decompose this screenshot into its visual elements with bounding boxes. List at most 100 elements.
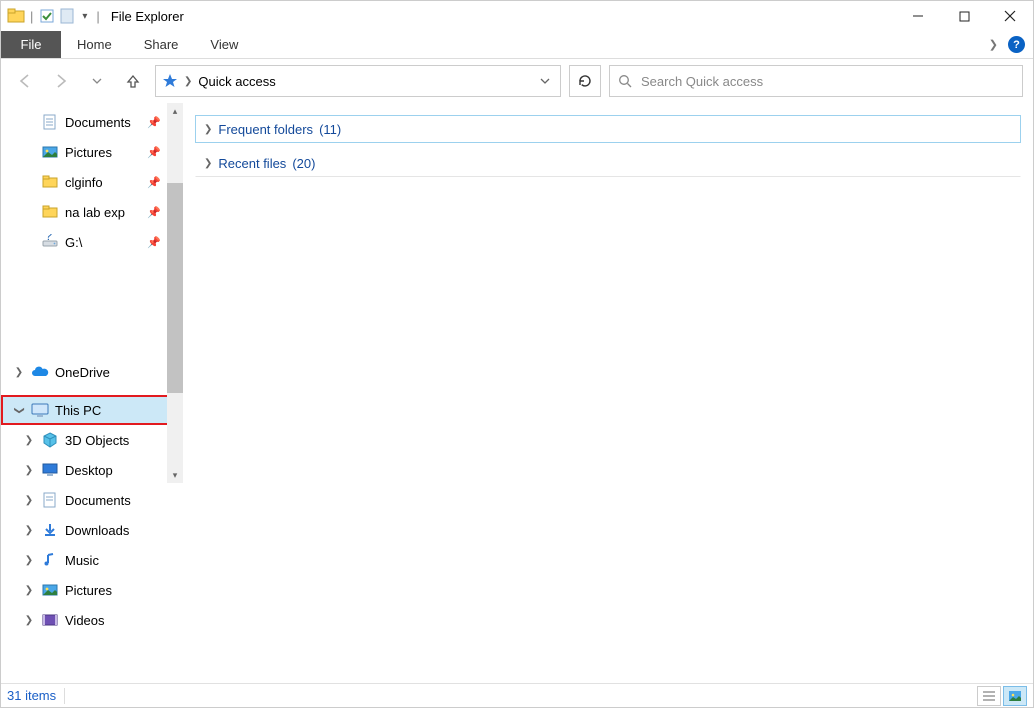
content-pane: ❯ Frequent folders (11) ❯ Recent files (… <box>183 103 1033 683</box>
pc-child-node[interactable]: ❯ Downloads <box>1 515 183 545</box>
home-tab[interactable]: Home <box>61 31 128 58</box>
tree-label: OneDrive <box>55 365 110 380</box>
recent-locations-button[interactable] <box>83 67 111 95</box>
3d-objects-icon <box>41 431 59 449</box>
tree-label: clginfo <box>65 175 103 190</box>
group-count: (20) <box>292 156 315 171</box>
maximize-button[interactable] <box>941 1 987 31</box>
pc-child-node[interactable]: ❯ Videos <box>1 605 183 635</box>
pin-icon: 📌 <box>147 116 161 129</box>
address-bar[interactable]: ❯ Quick access <box>155 65 561 97</box>
tree-label: This PC <box>55 403 101 418</box>
refresh-button[interactable] <box>569 65 601 97</box>
separator: | <box>96 9 99 24</box>
videos-icon <box>41 611 59 629</box>
details-view-button[interactable] <box>977 686 1001 706</box>
search-box[interactable] <box>609 65 1023 97</box>
expand-icon[interactable]: ❯ <box>23 525 35 536</box>
downloads-icon <box>41 521 59 539</box>
expand-icon[interactable]: ❯ <box>23 435 35 446</box>
tree-label: na lab exp <box>65 205 125 220</box>
minimize-button[interactable] <box>895 1 941 31</box>
documents-icon <box>41 113 59 131</box>
onedrive-icon <box>31 363 49 381</box>
pc-child-node[interactable]: ❯ Pictures <box>1 575 183 605</box>
scroll-thumb[interactable] <box>167 183 183 393</box>
this-pc-node[interactable]: ❯ This PC <box>1 395 183 425</box>
expand-icon[interactable]: ❯ <box>13 367 25 378</box>
scroll-down-button[interactable]: ▾ <box>167 467 183 483</box>
expand-icon[interactable]: ❯ <box>23 495 35 506</box>
address-dropdown[interactable] <box>536 76 554 86</box>
group-label: Frequent folders <box>218 122 313 137</box>
share-tab[interactable]: Share <box>128 31 195 58</box>
group-label: Recent files <box>218 156 286 171</box>
pc-child-node[interactable]: ❯ Documents <box>1 485 183 515</box>
quick-access-item[interactable]: Pictures 📌 <box>1 137 183 167</box>
desktop-icon <box>41 461 59 479</box>
pc-child-node[interactable]: ❯ Music <box>1 545 183 575</box>
pictures-icon <box>41 143 59 161</box>
status-bar: 31 items <box>1 683 1033 707</box>
pc-child-node[interactable]: ❯Desktop <box>1 455 183 485</box>
title-bar: | ▾ | File Explorer <box>1 1 1033 31</box>
chevron-right-icon[interactable]: ❯ <box>204 124 212 135</box>
quick-access-item[interactable]: na lab exp 📌 <box>1 197 183 227</box>
pin-icon: 📌 <box>147 176 161 189</box>
pin-icon: 📌 <box>147 236 161 249</box>
chevron-right-icon[interactable]: ❯ <box>204 158 212 169</box>
tree-label: Music <box>65 553 99 568</box>
window-title: File Explorer <box>111 9 184 24</box>
scroll-up-button[interactable]: ▴ <box>167 103 183 119</box>
separator: | <box>30 9 33 24</box>
folder-icon <box>41 173 59 191</box>
ribbon-expand-icon[interactable]: ❯ <box>989 38 998 51</box>
close-button[interactable] <box>987 1 1033 31</box>
qat-properties-icon[interactable] <box>38 7 56 25</box>
quick-access-item[interactable]: clginfo 📌 <box>1 167 183 197</box>
chevron-right-icon[interactable]: ❯ <box>184 76 192 87</box>
view-tab[interactable]: View <box>194 31 254 58</box>
quick-access-item[interactable]: ?G:\📌 <box>1 227 183 257</box>
expand-icon[interactable]: ❯ <box>23 465 35 476</box>
qat: | ▾ | File Explorer <box>1 7 184 25</box>
tree-label: Pictures <box>65 583 112 598</box>
expand-icon[interactable]: ❯ <box>23 585 35 596</box>
tree-label: Downloads <box>65 523 129 538</box>
tree-label: Documents <box>65 115 131 130</box>
qat-dropdown[interactable]: ▾ <box>82 11 87 22</box>
qat-newfolder-icon[interactable] <box>58 7 76 25</box>
tree-label: Videos <box>65 613 105 628</box>
recent-files-group[interactable]: ❯ Recent files (20) <box>195 149 1021 177</box>
collapse-icon[interactable]: ❯ <box>14 404 25 416</box>
quick-access-icon <box>162 73 178 89</box>
file-tab[interactable]: File <box>1 31 61 58</box>
expand-icon[interactable]: ❯ <box>23 615 35 626</box>
music-icon <box>41 551 59 569</box>
thumbnails-view-button[interactable] <box>1003 686 1027 706</box>
expand-icon[interactable]: ❯ <box>23 555 35 566</box>
search-input[interactable] <box>641 74 1014 89</box>
onedrive-node[interactable]: ❯ OneDrive <box>1 357 183 387</box>
tree-label: Documents <box>65 493 131 508</box>
navigation-bar: ❯ Quick access <box>1 59 1033 103</box>
pin-icon: 📌 <box>147 206 161 219</box>
pc-child-node[interactable]: ❯3D Objects <box>1 425 183 455</box>
app-icon <box>7 7 25 25</box>
window-controls <box>895 1 1033 31</box>
group-count: (11) <box>319 122 341 137</box>
search-icon <box>618 74 633 89</box>
drive-icon: ? <box>41 233 59 251</box>
frequent-folders-group[interactable]: ❯ Frequent folders (11) <box>195 115 1021 143</box>
tree-label: Pictures <box>65 145 112 160</box>
pin-icon: 📌 <box>147 146 161 159</box>
help-button[interactable]: ? <box>1008 36 1025 53</box>
separator <box>64 688 65 704</box>
forward-button[interactable] <box>47 67 75 95</box>
up-button[interactable] <box>119 67 147 95</box>
back-button[interactable] <box>11 67 39 95</box>
documents-icon <box>41 491 59 509</box>
pictures-icon <box>41 581 59 599</box>
quick-access-item[interactable]: Documents 📌 <box>1 107 183 137</box>
address-location[interactable]: Quick access <box>198 74 275 89</box>
